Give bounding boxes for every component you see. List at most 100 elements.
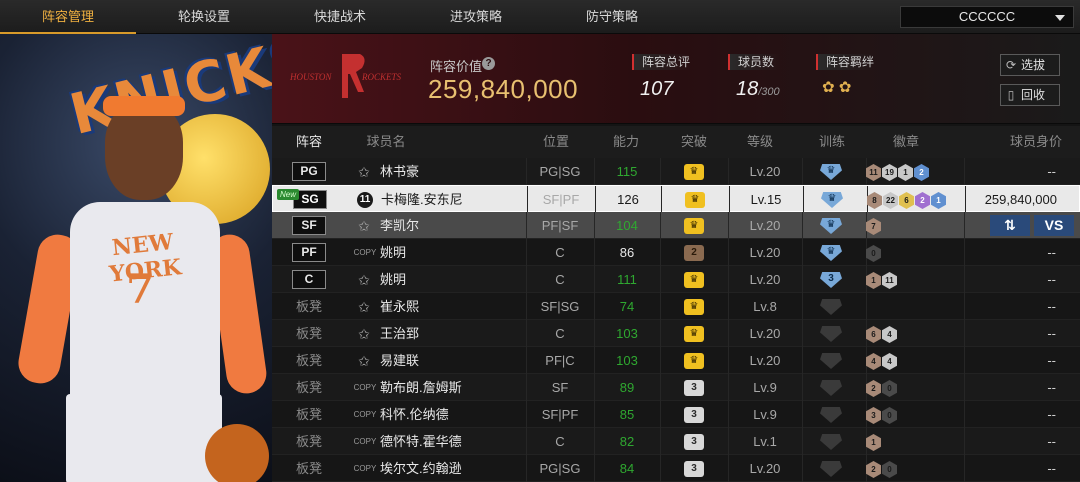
column-divider [660, 239, 661, 266]
player-position: PG|SG [539, 461, 581, 476]
player-name[interactable]: 埃尔文.约翰逊 [380, 455, 462, 482]
badge-icon: 2 [866, 380, 881, 397]
badge-icon: 0 [882, 461, 897, 478]
column-divider [803, 186, 804, 213]
crown-icon: ♛ [684, 326, 704, 342]
recycle-button[interactable]: ▯ 回收 [1000, 84, 1060, 106]
tab-offense[interactable]: 进攻策略 [408, 0, 544, 34]
table-row[interactable]: PF COPY 姚明 C 86 2 Lv.20 ♛ 0 -- [272, 239, 1080, 266]
training-icon[interactable] [820, 380, 842, 396]
badge-list: 8 22 6 2 1 [867, 191, 947, 209]
player-ability: 103 [616, 326, 638, 341]
player-name[interactable]: 易建联 [380, 347, 419, 374]
table-row[interactable]: 板凳 ✩ 易建联 PF|C 103 ♛ Lv.20 4 4 -- [272, 347, 1080, 374]
player-name[interactable]: 崔永熙 [380, 293, 419, 320]
table-row[interactable]: SG New 11 卡梅隆.安东尼 SF|PF 126 ♛ Lv.15 ♛ 8 22 6 2 1 259,8… [272, 185, 1080, 213]
training-icon[interactable] [820, 299, 842, 315]
swap-button[interactable]: ⇅ [990, 215, 1030, 236]
vs-button[interactable]: VS [1034, 215, 1074, 236]
badge-icon: 7 [866, 218, 881, 235]
players-max: /300 [758, 86, 780, 98]
player-level: Lv.9 [753, 380, 777, 395]
table-row[interactable]: 板凳 COPY 科怀.伦纳德 SF|PF 85 3 Lv.9 3 0 -- [272, 401, 1080, 428]
column-divider [660, 374, 661, 401]
table-row[interactable]: SF ✩ 李凯尔 PF|SF 104 ♛ Lv.20 ♛ 7 ⇅ VS [272, 212, 1080, 239]
player-name[interactable]: 李凯尔 [380, 212, 419, 239]
tab-lineup[interactable]: 阵容管理 [0, 0, 136, 34]
player-name[interactable]: 勒布朗.詹姆斯 [380, 374, 462, 401]
player-name[interactable]: 林书豪 [380, 158, 419, 185]
help-icon[interactable]: ? [482, 57, 495, 70]
chemistry-icon[interactable]: ✿ ✿ [816, 78, 874, 96]
table-row[interactable]: 板凳 COPY 勒布朗.詹姆斯 SF 89 3 Lv.9 2 0 -- [272, 374, 1080, 401]
tab-rotation[interactable]: 轮换设置 [136, 0, 272, 34]
column-divider [802, 374, 803, 401]
crown-icon: ♛ [685, 192, 705, 208]
player-price: -- [1047, 434, 1056, 449]
badge-icon: 2 [914, 164, 929, 181]
column-divider [660, 455, 661, 482]
player-name[interactable]: 姚明 [380, 239, 406, 266]
column-divider [802, 428, 803, 455]
player-name[interactable]: 德怀特.霍华德 [380, 428, 462, 455]
star-icon: ✩ [358, 326, 370, 342]
col-level: 等级 [746, 134, 773, 149]
player-name[interactable]: 王治郅 [380, 320, 419, 347]
copy-icon: COPY [353, 383, 377, 392]
player-position: PF|C [545, 353, 575, 368]
column-divider [802, 239, 803, 266]
training-icon[interactable]: ♛ [820, 218, 842, 234]
stat-rating-label: 阵容总评 [632, 54, 691, 70]
training-icon[interactable] [820, 407, 842, 423]
badge-list: 0 [866, 244, 882, 262]
table-row[interactable]: 板凳 ✩ 崔永熙 SF|SG 74 ♛ Lv.8 -- [272, 293, 1080, 320]
player-name[interactable]: 姚明 [380, 266, 406, 293]
column-divider [660, 401, 661, 428]
player-head [105, 104, 183, 200]
training-icon[interactable]: ♛ [820, 245, 842, 261]
player-ability: 85 [619, 407, 635, 422]
tab-defense[interactable]: 防守策略 [544, 0, 680, 34]
bench-label: 板凳 [295, 434, 322, 449]
player-price: -- [1047, 299, 1056, 314]
column-divider [802, 320, 803, 347]
player-position: PF|SF [541, 218, 579, 233]
training-icon[interactable] [820, 434, 842, 450]
stat-chemistry: 阵容羁绊 ✿ ✿ [816, 54, 875, 96]
player-name[interactable]: 科怀.伦纳德 [380, 401, 449, 428]
crown-icon: ♛ [684, 353, 704, 369]
table-row[interactable]: 板凳 COPY 埃尔文.约翰逊 PG|SG 84 3 Lv.20 2 0 -- [272, 455, 1080, 482]
badge-icon: 1 [866, 434, 881, 451]
star-icon: ✩ [358, 299, 370, 315]
column-divider [802, 455, 803, 482]
position-badge: SF [292, 216, 326, 235]
team-select-dropdown[interactable]: CCCCCC [900, 6, 1074, 28]
table-row[interactable]: C ✩ 姚明 C 111 ♛ Lv.20 3 1 11 -- [272, 266, 1080, 293]
training-icon[interactable] [820, 326, 842, 342]
player-position: PG|SG [539, 164, 581, 179]
select-button[interactable]: ⟳ 选拔 [1000, 54, 1060, 76]
training-icon[interactable]: ♛ [821, 192, 843, 208]
training-icon[interactable]: ♛ [820, 164, 842, 180]
badge-icon: 6 [899, 192, 914, 209]
recycle-button-label: 回收 [1021, 88, 1046, 102]
badge-list: 1 [866, 433, 882, 451]
player-ability: 111 [617, 272, 637, 287]
training-icon[interactable]: 3 [820, 272, 842, 288]
table-row[interactable]: PG ✩ 林书豪 PG|SG 115 ♛ Lv.20 ♛ 11 19 1 2 -- [272, 158, 1080, 185]
training-icon[interactable] [820, 461, 842, 477]
rockets-logo-icon: HOUSTON ROCKETS [289, 54, 402, 98]
player-level: Lv.15 [750, 192, 782, 207]
logo-text-right: ROCKETS [361, 72, 402, 82]
player-position: C [555, 326, 565, 341]
table-row[interactable]: 板凳 COPY 德怀特.霍华德 C 82 3 Lv.1 1 -- [272, 428, 1080, 455]
column-divider [660, 158, 661, 185]
col-position: 位置 [542, 134, 569, 149]
player-name[interactable]: 卡梅隆.安东尼 [381, 186, 463, 213]
training-icon[interactable] [820, 353, 842, 369]
table-row[interactable]: 板凳 ✩ 王治郅 C 103 ♛ Lv.20 6 4 -- [272, 320, 1080, 347]
player-position: SF|PF [541, 407, 579, 422]
player-position: SF|SG [540, 299, 580, 314]
player-level: Lv.20 [749, 218, 781, 233]
tab-quick-tactics[interactable]: 快捷战术 [272, 0, 408, 34]
